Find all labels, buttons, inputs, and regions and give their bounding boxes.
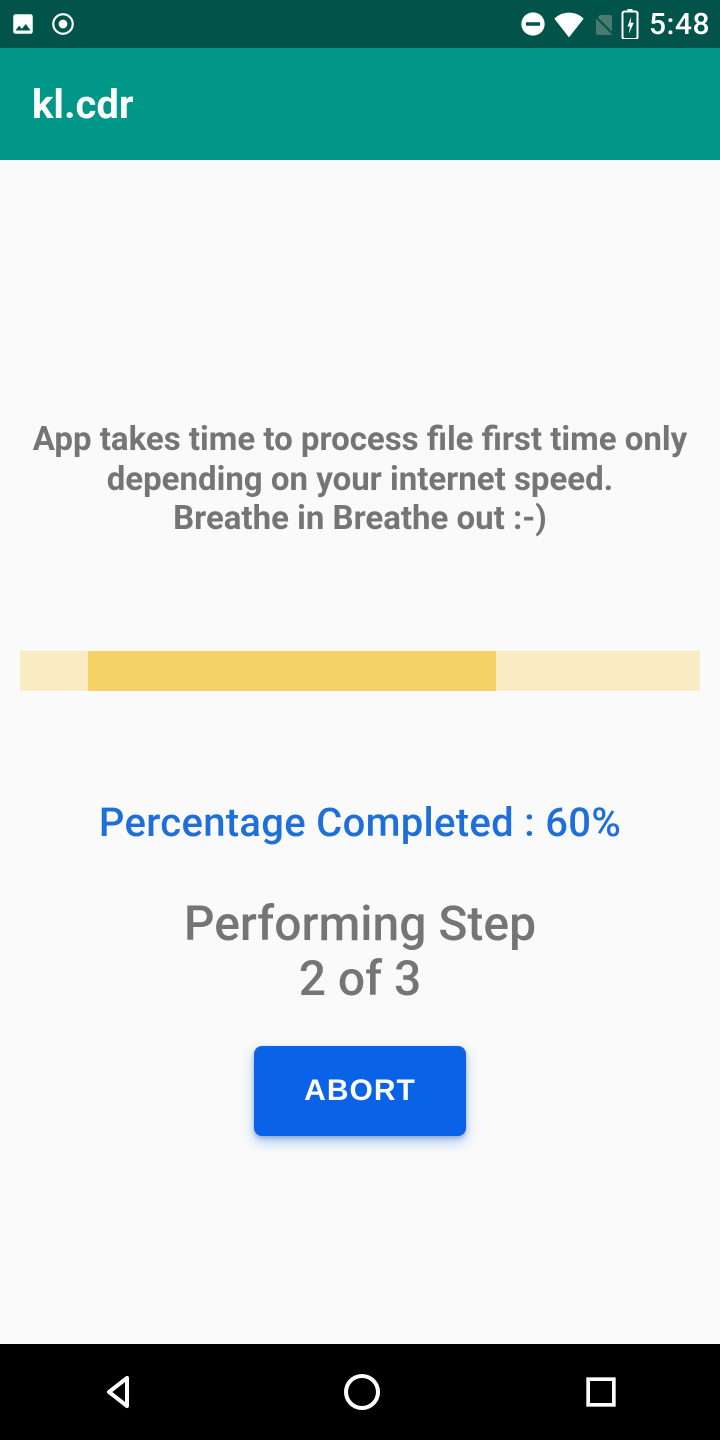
status-time: 5:48 [649, 7, 710, 42]
image-icon [10, 11, 36, 37]
nav-recent-icon[interactable] [579, 1370, 623, 1414]
percent-completed-label: Percentage Completed : 60% [20, 799, 700, 846]
abort-wrap: ABORT [20, 1046, 700, 1136]
nav-bar [0, 1344, 720, 1440]
screen: 5:48 kl.cdr App takes time to process fi… [0, 0, 720, 1440]
step-line-2: 2 of 3 [20, 951, 700, 1006]
wifi-icon [553, 10, 585, 38]
info-line-1: App takes time to process file first tim… [20, 420, 700, 460]
dnd-icon [519, 10, 547, 38]
circle-dot-icon [50, 11, 76, 37]
no-sim-icon [591, 10, 615, 38]
info-line-2: depending on your internet speed. [20, 460, 700, 500]
step-label: Performing Step 2 of 3 [20, 896, 700, 1006]
progress-bar [20, 651, 700, 691]
content-area: App takes time to process file first tim… [0, 160, 720, 1344]
battery-charging-icon [621, 9, 639, 39]
nav-home-icon[interactable] [338, 1368, 386, 1416]
status-bar: 5:48 [0, 0, 720, 48]
app-title: kl.cdr [32, 81, 134, 128]
abort-button[interactable]: ABORT [254, 1046, 466, 1136]
info-text: App takes time to process file first tim… [20, 420, 700, 539]
nav-back-icon[interactable] [97, 1368, 145, 1416]
step-line-1: Performing Step [20, 896, 700, 951]
status-left [10, 11, 76, 37]
progress-bar-fill [88, 651, 496, 691]
status-right: 5:48 [519, 7, 710, 42]
info-line-3: Breathe in Breathe out :-) [20, 499, 700, 539]
app-bar: kl.cdr [0, 48, 720, 160]
